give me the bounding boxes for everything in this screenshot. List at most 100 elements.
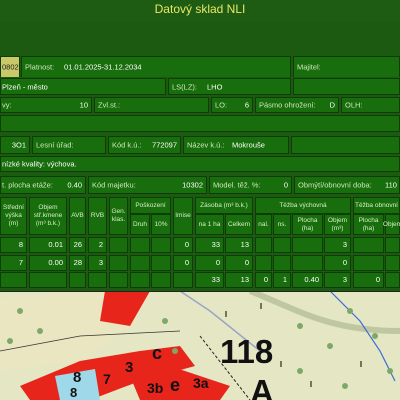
table-cell[interactable] xyxy=(353,237,384,253)
table-cell[interactable] xyxy=(273,255,291,271)
table-cell[interactable]: 2 xyxy=(88,237,107,253)
lo-label: LO: xyxy=(215,100,228,110)
info-row-4: 3O1 Lesní úřad: Kód k.ú.: 772097 Název k… xyxy=(0,135,400,155)
table-cell[interactable] xyxy=(292,237,323,253)
pasmo-cell[interactable]: Pásmo ohrožení: D xyxy=(255,97,339,113)
platnost-cell[interactable]: Platnost: 01.01.2025-31.12.2034 xyxy=(21,56,291,78)
th-tezba-obnovni: Těžba obnovní xyxy=(353,197,400,214)
description-cell[interactable]: nízké kvality: výchova. xyxy=(0,156,400,172)
table-cell[interactable] xyxy=(109,237,128,253)
table-cell[interactable]: 0.00 xyxy=(29,255,67,271)
th-stredni-vyska: Střední výška (m) xyxy=(0,197,27,235)
description-text: nízké kvality: výchova. xyxy=(2,159,77,169)
table-cell[interactable]: 33 xyxy=(195,272,224,288)
table-cell[interactable]: 8 xyxy=(0,237,27,253)
th-objem: Objem stř.kmene (m³ b.k.) xyxy=(29,197,67,235)
lo-cell[interactable]: LO: 6 xyxy=(211,97,253,113)
obmyti-value: 110 xyxy=(385,180,397,190)
map-label-c: c xyxy=(152,343,163,363)
table-cell[interactable]: 13 xyxy=(225,237,253,253)
table-cell[interactable]: 33 xyxy=(195,237,224,253)
nazev-ku-cell[interactable]: Název k.ú.: Mokrouše xyxy=(183,136,289,154)
table-cell[interactable]: 0 xyxy=(173,255,193,271)
table-cell[interactable]: 3 xyxy=(88,255,107,271)
vy-cell[interactable]: vy: 10 xyxy=(0,97,92,113)
th-druh: Druh xyxy=(130,214,150,235)
vy-label: vy: xyxy=(2,100,12,110)
table-cell[interactable] xyxy=(173,272,193,288)
table-cell[interactable] xyxy=(130,255,150,271)
table-cell[interactable]: 0 xyxy=(353,272,384,288)
lesni-urad-cell[interactable]: Lesní úřad: xyxy=(32,136,106,154)
th-plocha-2: Plocha (ha) xyxy=(353,214,384,235)
table-cell[interactable] xyxy=(130,237,150,253)
info-row-3: vy: 10 Zvl.st.: LO: 6 Pásmo ohrožení: D … xyxy=(0,96,400,114)
table-cell[interactable]: 0.40 xyxy=(292,272,323,288)
code-cell[interactable]: 0802 xyxy=(0,56,20,78)
th-ns: ns. xyxy=(273,214,291,235)
table-cell[interactable] xyxy=(353,255,384,271)
table-cell[interactable] xyxy=(109,272,128,288)
table-cell[interactable]: 0.01 xyxy=(29,237,67,253)
pasmo-label: Pásmo ohrožení: xyxy=(259,100,316,110)
table-cell[interactable] xyxy=(0,272,27,288)
table-cell[interactable] xyxy=(109,255,128,271)
table-cell[interactable]: 3 xyxy=(324,272,351,288)
table-cell[interactable]: 3 xyxy=(324,237,351,253)
table-cell[interactable] xyxy=(255,237,272,253)
table-cell[interactable] xyxy=(385,237,400,253)
kod-majetku-value: 10302 xyxy=(182,180,203,190)
table-cell[interactable] xyxy=(29,272,67,288)
table-cell[interactable] xyxy=(292,255,323,271)
majitel-extra-cell xyxy=(293,78,400,95)
table-cell[interactable]: 28 xyxy=(69,255,86,271)
table-cell[interactable] xyxy=(385,255,400,271)
code-value: 0802 xyxy=(2,62,19,72)
table-cell[interactable] xyxy=(151,272,171,288)
blank-cell xyxy=(0,115,400,132)
th-zasoba: Zásoba (m³ b.k.) xyxy=(195,197,253,214)
plocha-etaze-cell[interactable]: t. plocha etáže: 0.40 xyxy=(0,176,86,194)
table-cell[interactable] xyxy=(151,255,171,271)
model-tez-cell[interactable]: Model. těž. %: 0 xyxy=(209,176,292,194)
table-cell[interactable] xyxy=(273,237,291,253)
th-imise: Imise xyxy=(173,197,193,235)
vy-value: 10 xyxy=(79,100,88,110)
olh-cell[interactable]: OLH: xyxy=(341,97,400,113)
obmyti-cell[interactable]: Obmýtí/obnovní doba: 110 xyxy=(294,176,400,194)
kod-ku-cell[interactable]: Kód k.ú.: 772097 xyxy=(108,136,181,154)
ls-cell[interactable]: LS(LZ): LHO xyxy=(168,78,291,95)
map-label-8b: 8 xyxy=(70,385,78,400)
table-cell[interactable] xyxy=(385,272,400,288)
table-cell[interactable] xyxy=(151,237,171,253)
zvl-cell[interactable]: Zvl.st.: xyxy=(94,97,209,113)
table-cell[interactable] xyxy=(255,255,272,271)
info-row-5: nízké kvality: výchova. xyxy=(0,155,400,173)
map-label-e: e xyxy=(170,375,181,395)
table-cell[interactable]: 0 xyxy=(255,272,272,288)
table-cell[interactable]: 26 xyxy=(69,237,86,253)
kod-majetku-cell[interactable]: Kód majetku: 10302 xyxy=(88,176,207,194)
obmyti-label: Obmýtí/obnovní doba: xyxy=(298,180,372,190)
row4-code-cell[interactable]: 3O1 xyxy=(0,136,30,154)
table-cell[interactable] xyxy=(88,272,107,288)
table-cell[interactable]: 0 xyxy=(173,237,193,253)
table-cell[interactable]: 0 xyxy=(324,255,351,271)
map-view[interactable]: 118 A c 3 3b e 3a 8 7 8 xyxy=(0,291,400,400)
table-cell[interactable] xyxy=(69,272,86,288)
table-cell[interactable]: 13 xyxy=(225,272,253,288)
nazev-ku-value: Mokrouše xyxy=(232,140,265,150)
table-cell[interactable]: 7 xyxy=(0,255,27,271)
table-cell[interactable]: 0 xyxy=(195,255,224,271)
ls-label: LS(LZ): xyxy=(172,82,198,91)
map-stand-number: 118 xyxy=(220,333,274,370)
place-cell[interactable]: Plzeň - město xyxy=(0,78,166,95)
info-row-6: t. plocha etáže: 0.40 Kód majetku: 10302… xyxy=(0,175,400,195)
th-celkem: Celkem xyxy=(225,214,253,235)
table-cell[interactable]: 1 xyxy=(273,272,291,288)
place-value: Plzeň - město xyxy=(2,82,48,91)
majitel-cell[interactable]: Majitel: xyxy=(293,56,400,78)
lesni-urad-label: Lesní úřad: xyxy=(36,140,74,150)
table-cell[interactable] xyxy=(130,272,150,288)
table-cell[interactable]: 0 xyxy=(225,255,253,271)
